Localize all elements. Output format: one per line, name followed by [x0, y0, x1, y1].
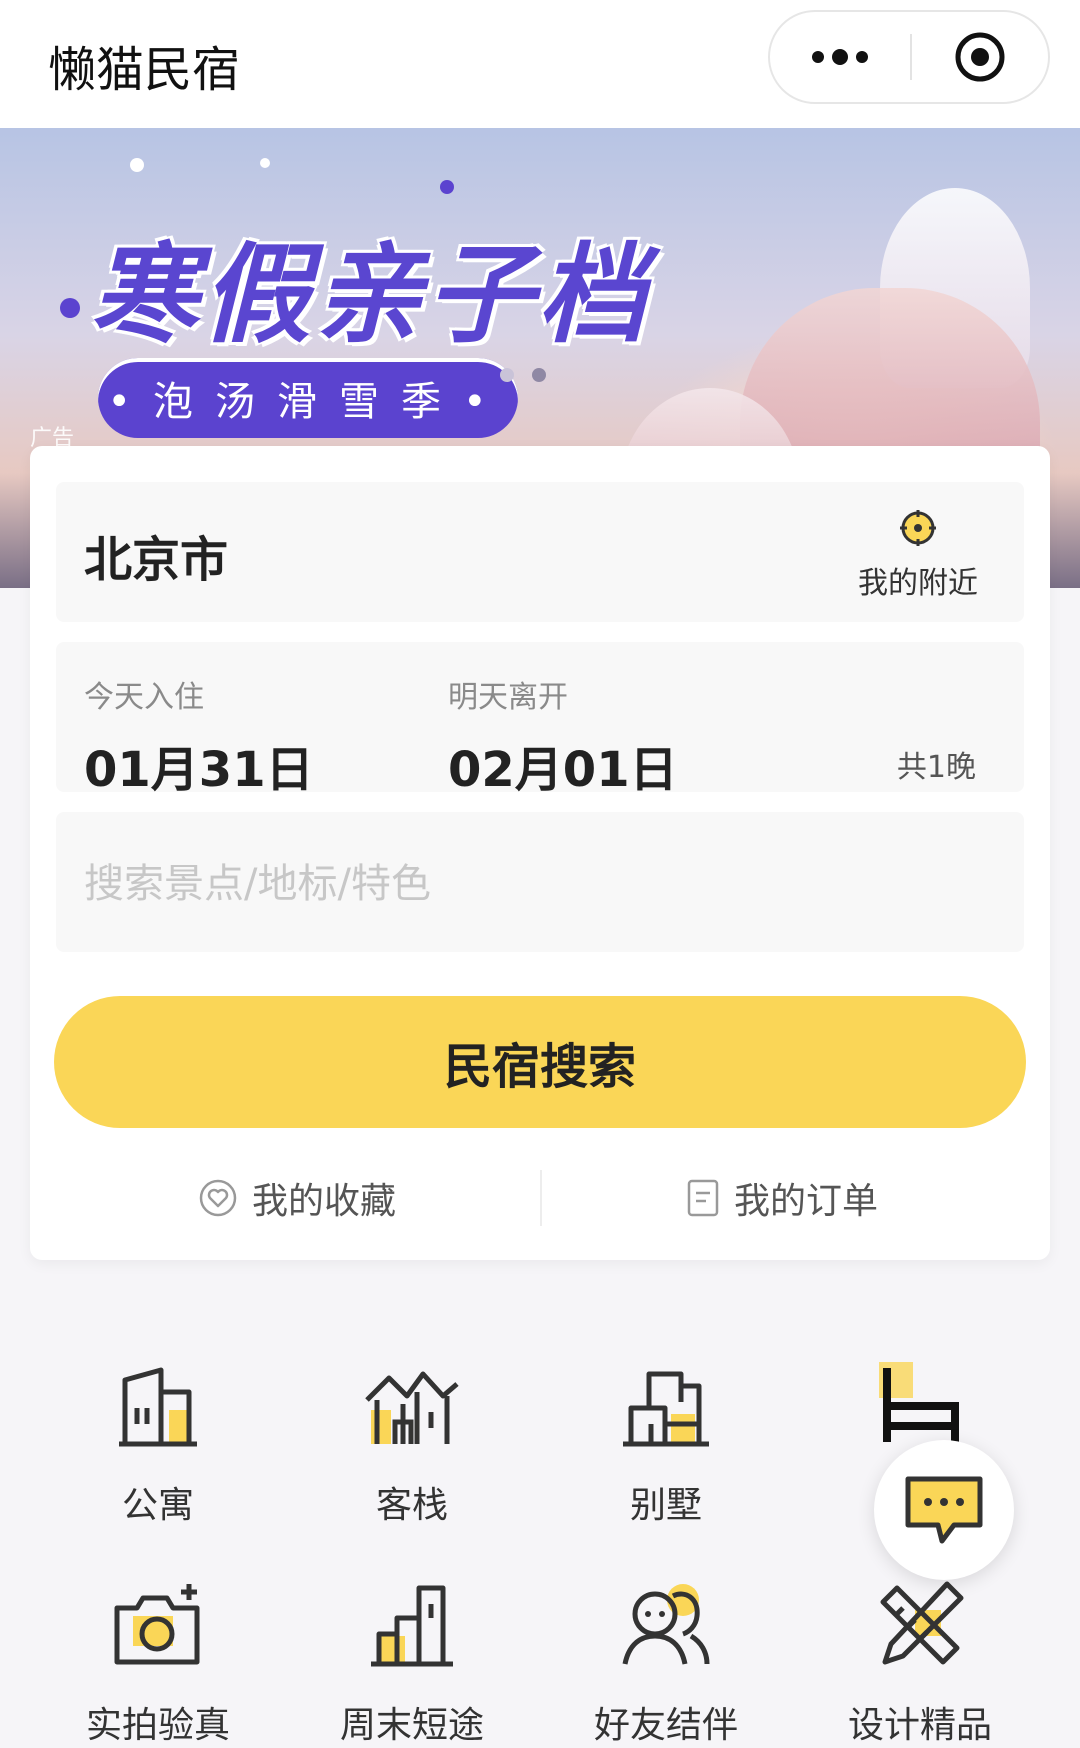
more-dots-icon[interactable] — [770, 12, 910, 102]
chat-bubble-icon — [905, 1476, 983, 1544]
nights-count: 共1晚 — [896, 750, 976, 785]
category-label: 实拍验真 — [85, 1705, 230, 1746]
checkout-caption: 明天离开 — [448, 680, 568, 715]
checkout-field[interactable]: 明天离开 02月01日 — [448, 672, 678, 800]
inn-icon — [365, 1371, 459, 1444]
category-label: 别墅 — [629, 1485, 702, 1526]
category-label: 好友结伴 — [593, 1705, 738, 1746]
banner-headline: 寒假亲子档 — [90, 233, 651, 358]
favorites-link[interactable]: 我的收藏 — [198, 1158, 396, 1238]
checkin-field[interactable]: 今天入住 01月31日 — [84, 672, 314, 800]
camera-icon — [114, 1584, 200, 1665]
category-verified-photos[interactable]: 实拍验真 — [48, 1570, 268, 1748]
heart-circle-icon — [199, 1179, 237, 1217]
customer-service-button[interactable] — [874, 1440, 1014, 1580]
quick-links: 我的收藏 我的订单 — [30, 1158, 1050, 1238]
keyword-search-input[interactable] — [82, 848, 986, 920]
checkin-date: 01月31日 — [84, 742, 314, 798]
villa-icon — [623, 1371, 709, 1447]
favorites-label: 我的收藏 — [252, 1181, 397, 1222]
heart-decoration-icon — [440, 180, 454, 194]
city-selector[interactable]: 北京市 我的附近 — [56, 482, 1024, 622]
order-list-icon — [687, 1179, 719, 1217]
snow-dot — [130, 158, 144, 172]
locate-icon — [900, 510, 936, 546]
orders-label: 我的订单 — [734, 1181, 879, 1222]
category-villa[interactable]: 别墅 — [556, 1350, 776, 1528]
category-label: 公寓 — [121, 1485, 194, 1526]
banner-subline: •泡汤滑雪季• — [98, 358, 518, 438]
category-label: 客栈 — [375, 1485, 448, 1526]
keyword-search-box[interactable] — [56, 812, 1024, 952]
checkout-date: 02月01日 — [448, 742, 678, 798]
carousel-indicator-active[interactable] — [532, 368, 546, 382]
mini-program-capsule — [768, 10, 1050, 104]
orders-link[interactable]: 我的订单 — [686, 1158, 878, 1238]
short-trip-icon — [371, 1585, 453, 1667]
category-label: 设计精品 — [847, 1705, 992, 1746]
target-close-icon[interactable] — [912, 12, 1048, 102]
date-selector[interactable]: 今天入住 01月31日 明天离开 02月01日 共1晚 — [56, 642, 1024, 798]
heart-decoration-icon — [60, 298, 80, 318]
apartment-icon — [119, 1367, 197, 1447]
app-bar: 懒猫民宿 — [0, 0, 1080, 129]
category-design-boutique[interactable]: 设计精品 — [810, 1570, 1030, 1748]
carousel-indicator[interactable] — [500, 368, 514, 382]
search-card: 北京市 我的附近 今天入住 01月31日 明天离开 02月01日 共1晚 民宿搜… — [30, 446, 1050, 1260]
category-weekend-trip[interactable]: 周末短途 — [302, 1570, 522, 1748]
category-label: 周末短途 — [339, 1705, 484, 1746]
design-icon — [880, 1581, 964, 1665]
links-divider — [540, 1170, 542, 1226]
category-inn[interactable]: 客栈 — [302, 1350, 522, 1528]
category-travel-with-friends[interactable]: 好友结伴 — [556, 1570, 776, 1748]
category-apartment[interactable]: 公寓 — [48, 1350, 268, 1528]
checkin-caption: 今天入住 — [84, 680, 204, 715]
homestay-search-button[interactable]: 民宿搜索 — [54, 996, 1026, 1128]
nearby-label: 我的附近 — [858, 566, 978, 601]
snow-dot — [260, 158, 270, 168]
friends-icon — [622, 1584, 710, 1665]
nearby-button[interactable]: 我的附近 — [848, 508, 988, 602]
city-name: 北京市 — [84, 532, 229, 588]
app-title: 懒猫民宿 — [48, 42, 241, 98]
